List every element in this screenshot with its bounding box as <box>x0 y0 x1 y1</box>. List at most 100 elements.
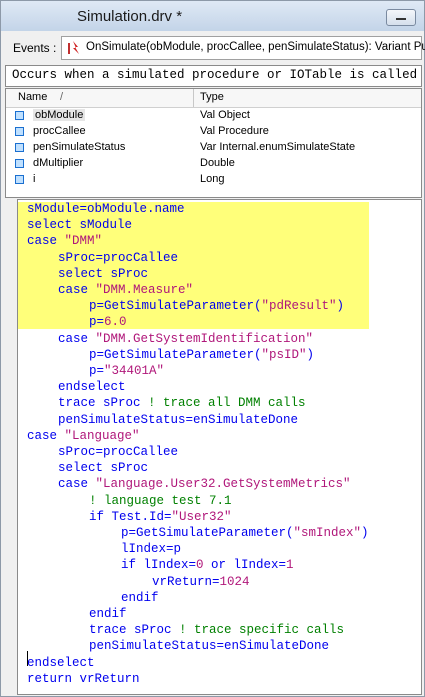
parameter-icon <box>15 143 24 152</box>
event-lightning-icon <box>68 41 79 54</box>
parameter-type: Val Object <box>200 109 250 121</box>
code-token: vrReturn= <box>152 574 220 589</box>
parameter-row[interactable]: procCallee Val Procedure <box>6 124 421 140</box>
code-token: "pdResult" <box>261 299 337 314</box>
code-line: return vrReturn <box>27 672 140 688</box>
code-token: penSimulateStatus=enSimulateDone <box>89 639 330 654</box>
code-token: "Language.User32.GetSystemMetrics" <box>95 477 351 492</box>
parameter-name: procCallee <box>33 125 86 137</box>
code-line: trace sProc ! trace all DMM calls <box>58 396 306 412</box>
code-token: 1 <box>286 558 294 573</box>
code-token: p= <box>89 315 105 330</box>
code-line: trace sProc ! trace specific calls <box>89 623 344 639</box>
parameter-type: Double <box>200 157 235 169</box>
code-token: ! trace specific calls <box>179 623 345 638</box>
parameter-row[interactable]: dMultiplier Double <box>6 156 421 172</box>
code-token: 1024 <box>219 574 250 589</box>
window-title: Simulation.drv * <box>77 8 183 25</box>
code-line: vrReturn=1024 <box>152 575 250 591</box>
code-line: endif <box>121 591 159 607</box>
parameter-name: penSimulateStatus <box>33 141 126 153</box>
code-token: "smIndex" <box>293 526 362 540</box>
events-dropdown[interactable]: OnSimulate(obModule, procCallee, penSimu… <box>61 36 425 60</box>
code-line: case "DMM" <box>27 234 102 250</box>
code-line: select sProc <box>58 461 148 477</box>
column-divider[interactable] <box>193 89 194 107</box>
code-line: p=GetSimulateParameter("psID") <box>89 348 314 364</box>
code-token: trace sProc <box>58 396 149 411</box>
code-token: select sProc <box>58 461 149 476</box>
parameter-icon <box>15 175 24 184</box>
code-token: p= <box>89 364 105 378</box>
code-token: sProc=procCallee <box>58 250 179 265</box>
code-line: p=6.0 <box>89 315 127 331</box>
code-token: endif <box>121 590 159 605</box>
parameter-icon <box>15 111 24 120</box>
code-line: endif <box>89 607 127 623</box>
parameter-name: obModule <box>33 109 86 121</box>
editor-window: Simulation.drv * Events : OnSimulate(obM… <box>0 0 425 697</box>
parameter-icon <box>15 159 24 168</box>
code-token: ) <box>361 526 369 540</box>
parameter-row[interactable]: i Long <box>6 172 421 188</box>
code-token: or lIndex= <box>203 558 287 573</box>
code-line: if Test.Id="User32" <box>89 510 232 526</box>
code-token: 0 <box>196 558 204 573</box>
code-token: endif <box>89 607 127 621</box>
code-line: sProc=procCallee <box>58 251 178 267</box>
parameter-name: i <box>33 173 36 185</box>
text-caret <box>27 651 28 666</box>
code-token: "psID" <box>261 347 307 362</box>
code-token: "DMM.Measure" <box>95 283 194 297</box>
code-token: ) <box>306 347 315 362</box>
code-line: p="34401A" <box>89 364 164 380</box>
code-token: p=GetSimulateParameter( <box>121 526 294 540</box>
code-token: case <box>58 477 96 492</box>
code-token: ! trace all DMM calls <box>148 396 306 411</box>
parameter-name: dMultiplier <box>33 157 84 169</box>
code-token: case <box>27 428 65 443</box>
code-token: if Test.Id= <box>89 509 172 524</box>
code-line: case "Language" <box>27 429 140 445</box>
code-token: "Language" <box>64 428 140 443</box>
code-line: endselect <box>58 380 126 396</box>
parameter-type: Var Internal.enumSimulateState <box>200 141 356 153</box>
code-token: case <box>58 331 96 346</box>
code-line: p=GetSimulateParameter("pdResult") <box>89 299 344 315</box>
parameter-type: Val Procedure <box>200 125 269 137</box>
title-bar: Simulation.drv * <box>1 1 424 31</box>
code-line: sProc=procCallee <box>58 445 178 461</box>
code-token: case <box>27 234 65 249</box>
code-token: if lIndex= <box>121 558 197 573</box>
code-token: p=GetSimulateParameter( <box>89 347 262 362</box>
minimize-button[interactable] <box>386 9 416 26</box>
code-line: select sProc <box>58 267 148 283</box>
editor-gutter <box>1 199 16 693</box>
column-header-name[interactable]: Name <box>18 91 47 103</box>
code-token: "DMM.GetSystemIdentification" <box>95 331 314 346</box>
sort-indicator: / <box>60 91 64 103</box>
events-bar: Events : OnSimulate(obModule, procCallee… <box>5 36 425 60</box>
code-token: ) <box>336 299 345 314</box>
code-line: penSimulateStatus=enSimulateDone <box>58 413 298 429</box>
code-line: case "DMM.Measure" <box>58 283 193 299</box>
parameter-type: Long <box>200 173 225 185</box>
code-token: sModule=obModule.name <box>27 202 185 216</box>
code-line: case "DMM.GetSystemIdentification" <box>58 332 313 348</box>
code-line: if lIndex=0 or lIndex=1 <box>121 558 294 574</box>
events-label: Events : <box>13 41 57 55</box>
code-line: lIndex=p <box>121 542 181 558</box>
column-header-type[interactable]: Type <box>200 91 224 103</box>
code-token: select sModule <box>27 218 133 233</box>
code-token: p=GetSimulateParameter( <box>89 299 262 314</box>
minimize-icon <box>396 18 406 20</box>
code-token: ! language test 7.1 <box>89 493 232 508</box>
code-line: case "Language.User32.GetSystemMetrics" <box>58 477 351 493</box>
event-description: Occurs when a simulated procedure or IOT… <box>5 65 422 87</box>
parameter-row[interactable]: obModule Val Object <box>6 108 421 124</box>
parameter-row[interactable]: penSimulateStatus Var Internal.enumSimula… <box>6 140 421 156</box>
code-token: "34401A" <box>104 364 165 378</box>
code-line: endselect <box>27 656 95 672</box>
code-line: sModule=obModule.name <box>27 202 185 218</box>
code-token: "DMM" <box>64 234 103 249</box>
